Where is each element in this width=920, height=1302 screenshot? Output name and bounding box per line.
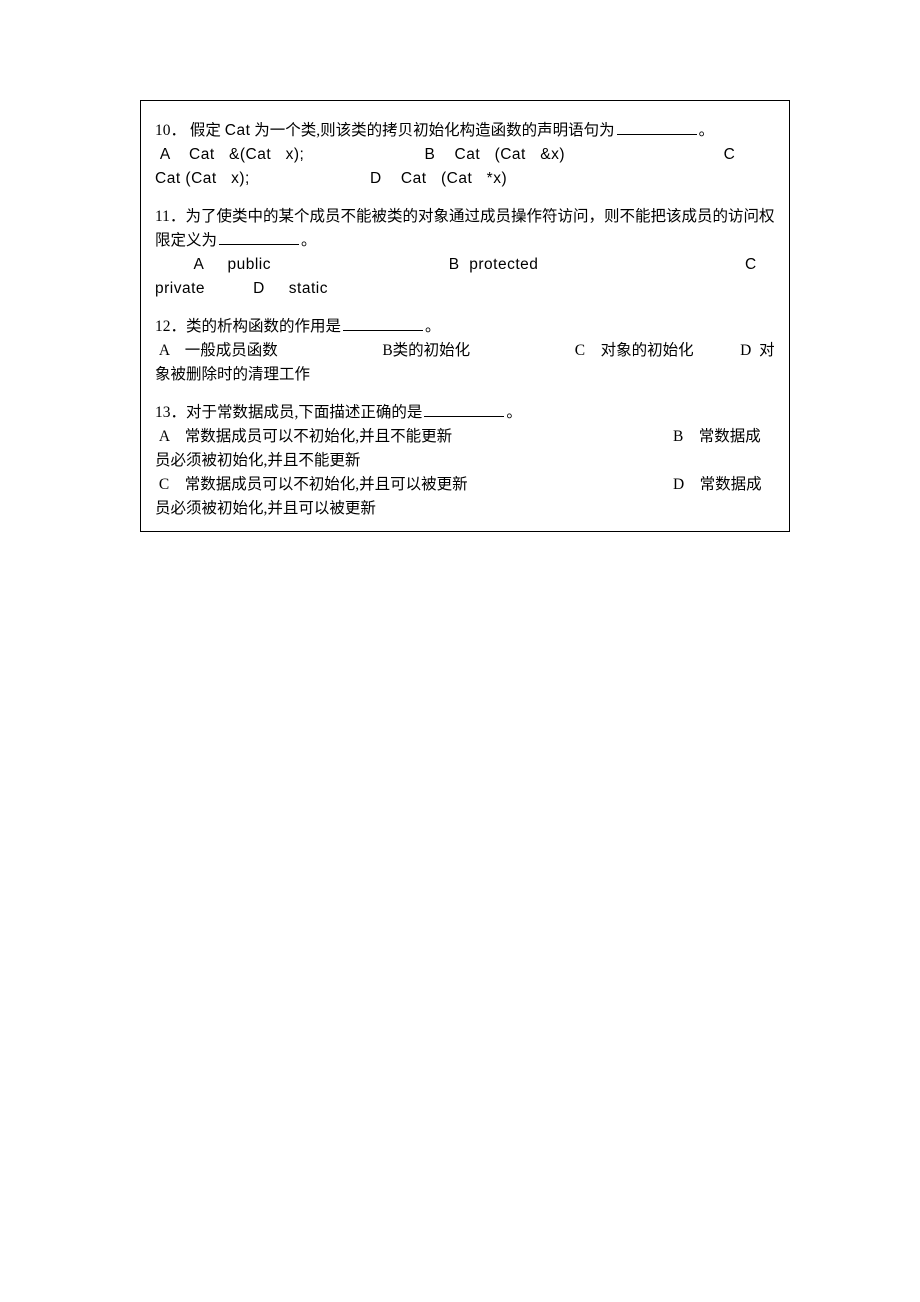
q10-cat-word: Cat xyxy=(225,122,251,139)
question-11: 11．为了使类中的某个成员不能被类的对象通过成员操作符访问，则不能把该成员的访问… xyxy=(155,205,775,301)
content-frame: 10． 假定 Cat 为一个类,则该类的拷贝初始化构造函数的声明语句为。 A C… xyxy=(140,100,790,532)
q10-period: 。 xyxy=(699,122,715,139)
q13-number: 13． xyxy=(155,404,186,421)
q12-number: 12． xyxy=(155,318,186,335)
q13-options-line1: A 常数据成员可以不初始化,并且不能更新 B 常数据成员必须被初始化,并且不能更… xyxy=(155,425,775,473)
q12-options: A 一般成员函数 B类的初始化 C 对象的初始化 D 对象被删除时的清理工作 xyxy=(155,339,775,387)
question-13: 13．对于常数据成员,下面描述正确的是 。 A 常数据成员可以不初始化,并且不能更… xyxy=(155,401,775,521)
q11-number: 11． xyxy=(155,208,185,225)
q12-period: 。 xyxy=(425,318,441,335)
q11-blank xyxy=(219,230,299,245)
q13-period: 。 xyxy=(506,404,522,421)
question-10: 10． 假定 Cat 为一个类,则该类的拷贝初始化构造函数的声明语句为 。 A C… xyxy=(155,119,775,191)
q12-stem: 类的析构函数的作用是 xyxy=(186,318,341,335)
q10-stem-suffix: 为一个类,则该类的拷贝初始化构造函数的声明语句为 xyxy=(250,122,614,139)
q10-blank xyxy=(617,120,697,135)
q10-number: 10． xyxy=(155,122,186,139)
question-12: 12．类的析构函数的作用是 。 A 一般成员函数 B类的初始化 C 对象的初始化 … xyxy=(155,315,775,387)
q13-options-line2: C 常数据成员可以不初始化,并且可以被更新 D 常数据成员必须被初始化,并且可以… xyxy=(155,473,775,521)
q13-stem: 对于常数据成员,下面描述正确的是 xyxy=(186,404,422,421)
q12-blank xyxy=(343,316,423,331)
q11-period: 。 xyxy=(301,232,317,249)
q13-blank xyxy=(424,402,504,417)
q10-options: A Cat &(Cat x); B Cat (Cat &x) C Cat (Ca… xyxy=(155,143,775,191)
q10-stem-prefix: 假定 xyxy=(190,122,225,139)
q11-options: A public B protected C private D static xyxy=(155,253,775,301)
document-page: 10． 假定 Cat 为一个类,则该类的拷贝初始化构造函数的声明语句为。 A C… xyxy=(0,0,920,1302)
